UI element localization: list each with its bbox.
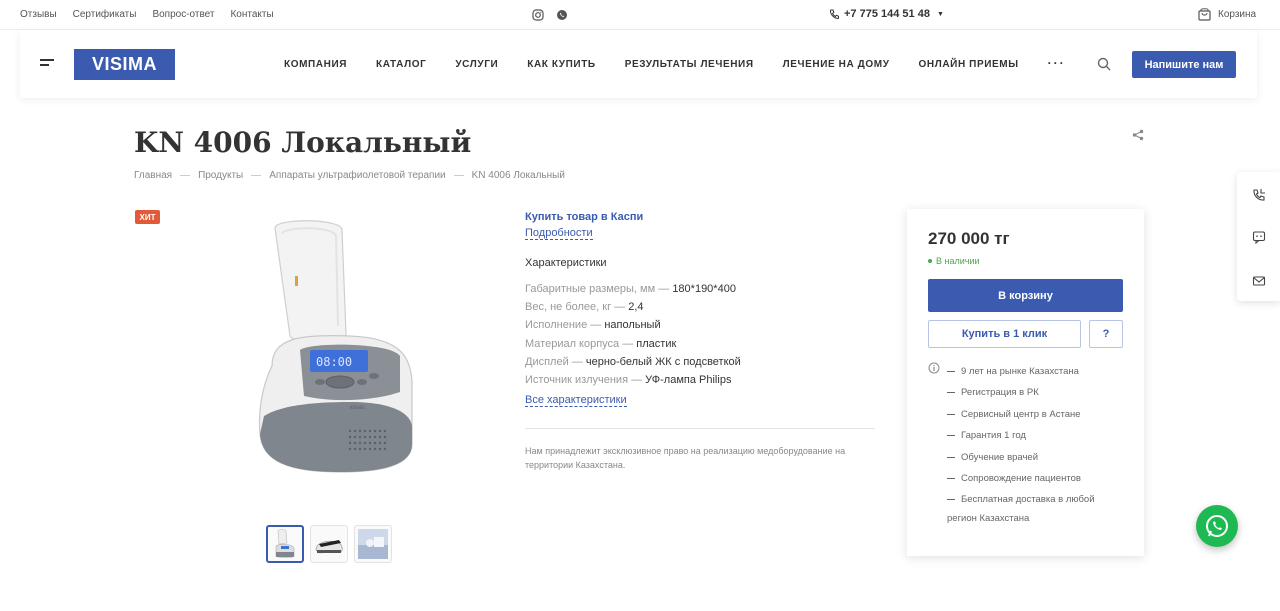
instagram-icon[interactable] (532, 8, 544, 21)
breadcrumb-category[interactable]: Аппараты ультрафиолетовой терапии (269, 170, 445, 181)
callback-icon[interactable] (1252, 188, 1266, 202)
main-header: VISIMA КОМПАНИЯ КАТАЛОГ УСЛУГИ КАК КУПИТ… (20, 30, 1257, 98)
thumbnail-3[interactable] (354, 525, 392, 563)
breadcrumb: Главная Продукты Аппараты ультрафиолетов… (134, 170, 565, 181)
nav-item-home-treatment[interactable]: ЛЕЧЕНИЕ НА ДОМУ (783, 59, 890, 70)
top-link-reviews[interactable]: Отзывы (20, 9, 57, 20)
characteristic-key: Габаритные размеры, мм (525, 283, 656, 295)
main-nav: КОМПАНИЯ КАТАЛОГ УСЛУГИ КАК КУПИТЬ РЕЗУЛ… (284, 56, 1066, 70)
stock-status: В наличии (928, 256, 980, 266)
characteristic-row: Вес, не более, кг — 2,4 (525, 301, 644, 314)
cart-link[interactable]: Корзина (1198, 7, 1256, 21)
product-image[interactable]: 08:00 KERNEL (250, 216, 418, 478)
divider (525, 428, 875, 429)
breadcrumb-products[interactable]: Продукты (198, 170, 243, 181)
nav-item-results[interactable]: РЕЗУЛЬТАТЫ ЛЕЧЕНИЯ (625, 59, 754, 70)
nav-item-online[interactable]: ОНЛАЙН ПРИЕМЫ (919, 59, 1019, 70)
thumbnail-strip (266, 525, 392, 563)
exclusive-note: Нам принадлежит эксклюзивное право на ре… (525, 446, 846, 470)
chevron-down-icon: ▼ (936, 10, 944, 18)
characteristic-key: Исполнение (525, 319, 588, 332)
share-icon[interactable] (1132, 128, 1144, 141)
benefit-item: Регистрация в РК (947, 382, 1127, 403)
add-to-cart-button[interactable]: В корзину (928, 279, 1123, 312)
page-title: KN 4006 Локальный (134, 126, 472, 159)
characteristic-value: 180*190*400 (672, 283, 736, 295)
device-screen-text: 08:00 (316, 355, 352, 369)
characteristic-value: пластик (636, 337, 677, 350)
benefits-list: 9 лет на рынке Казахстана Регистрация в … (947, 361, 1127, 527)
hit-badge: ХИТ (135, 210, 160, 224)
nav-item-how-to-buy[interactable]: КАК КУПИТЬ (527, 59, 595, 70)
characteristic-key: Источник излучения (525, 374, 629, 387)
nav-item-services[interactable]: УСЛУГИ (455, 59, 498, 70)
characteristic-value: напольный (604, 319, 661, 332)
stock-dot-icon (928, 259, 932, 263)
mail-icon[interactable] (1252, 274, 1266, 288)
whatsapp-icon (1206, 515, 1228, 537)
breadcrumb-separator (180, 175, 191, 176)
breadcrumb-home[interactable]: Главная (134, 170, 172, 181)
top-link-certificates[interactable]: Сертификаты (73, 9, 137, 20)
characteristic-key: Материал корпуса (525, 337, 620, 350)
info-icon (928, 361, 940, 374)
nav-item-catalog[interactable]: КАТАЛОГ (376, 59, 426, 70)
characteristic-row: Дисплей — черно-белый ЖК с подсветкой (525, 355, 741, 368)
benefit-item: Сопровождение пациентов (947, 468, 1127, 489)
breadcrumb-separator (453, 175, 464, 176)
top-link-contacts[interactable]: Контакты (230, 9, 273, 20)
cart-label: Корзина (1218, 8, 1257, 20)
benefit-item: Обучение врачей (947, 447, 1127, 468)
stock-label: В наличии (936, 256, 980, 266)
device-brand-text: KERNEL (350, 405, 366, 410)
cart-icon (1198, 8, 1211, 21)
menu-icon[interactable] (40, 59, 54, 69)
benefit-continuation: регион Казахстана (947, 512, 1030, 524)
characteristic-value: черно-белый ЖК с подсветкой (585, 355, 741, 368)
nav-item-company[interactable]: КОМПАНИЯ (284, 59, 347, 70)
thumbnail-1[interactable] (266, 525, 304, 563)
phone-number[interactable]: +7 775 144 51 48 ▼ (829, 8, 944, 20)
characteristics-list: Габаритные размеры, мм — 180*190*400 Вес… (525, 280, 741, 389)
question-button[interactable]: ? (1089, 320, 1123, 348)
logo[interactable]: VISIMA (74, 49, 175, 80)
contact-side-panel (1237, 172, 1280, 301)
details-link[interactable]: Подробности (525, 227, 593, 240)
buy-card: 270 000 тг В наличии В корзину Купить в … (907, 209, 1144, 556)
characteristic-value: УФ-лампа Philips (645, 374, 732, 387)
top-bar: Отзывы Сертификаты Вопрос-ответ Контакты… (0, 0, 1280, 30)
buy-one-click-button[interactable]: Купить в 1 клик (928, 320, 1081, 348)
characteristic-row: Источник излучения — УФ-лампа Philips (525, 374, 732, 387)
all-characteristics-link[interactable]: Все характеристики (525, 394, 627, 407)
benefit-item: Бесплатная доставка в любой (947, 489, 1127, 510)
benefit-item: 9 лет на рынке Казахстана (947, 361, 1127, 382)
top-link-faq[interactable]: Вопрос-ответ (152, 9, 214, 20)
price: 270 000 тг (928, 229, 1010, 248)
benefit-item: Сервисный центр в Астане (947, 404, 1127, 425)
characteristic-key: Вес, не более, кг (525, 301, 612, 314)
characteristic-row: Исполнение — напольный (525, 319, 661, 332)
whatsapp-icon[interactable] (556, 8, 568, 20)
chat-icon[interactable] (1252, 230, 1266, 245)
characteristic-value: 2,4 (628, 301, 644, 314)
breadcrumb-current: KN 4006 Локальный (471, 170, 565, 181)
thumbnail-2[interactable] (310, 525, 348, 563)
breadcrumb-separator (251, 175, 262, 176)
characteristic-row: Материал корпуса — пластик (525, 337, 677, 350)
search-icon[interactable] (1097, 57, 1111, 71)
characteristic-row: Габаритные размеры, мм — 180*190*400 (525, 283, 736, 295)
kaspi-link[interactable]: Купить товар в Каспи (525, 211, 643, 223)
phone-text: +7 775 144 51 48 (844, 8, 930, 20)
whatsapp-chat-button[interactable] (1196, 505, 1238, 547)
characteristic-key: Дисплей (525, 355, 569, 368)
social-links (532, 8, 568, 21)
top-links: Отзывы Сертификаты Вопрос-ответ Контакты (20, 9, 274, 20)
benefit-item: Гарантия 1 год (947, 425, 1127, 446)
more-nav-button[interactable]: ··· (1048, 56, 1066, 70)
write-us-button[interactable]: Напишите нам (1132, 51, 1236, 78)
characteristics-title: Характеристики (525, 257, 607, 269)
phone-icon (829, 9, 839, 19)
